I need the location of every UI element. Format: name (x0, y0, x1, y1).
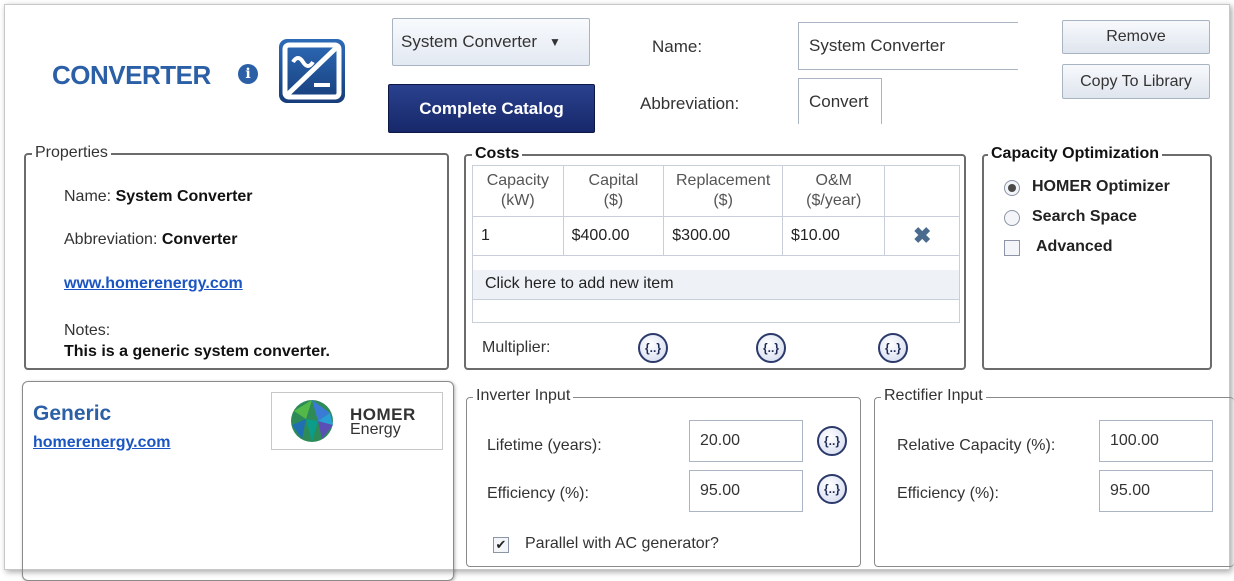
add-new-item-row[interactable]: Click here to add new item (473, 270, 959, 300)
inverter-input-group: Inverter Input Lifetime (years): 20.00 {… (466, 387, 861, 567)
properties-name: Name: System Converter (64, 188, 253, 205)
properties-abbreviation-value: Converter (161, 231, 238, 248)
homer-energy-logo: HOMER Energy (271, 392, 443, 450)
cell-replacement[interactable]: $300.00 (663, 216, 783, 256)
relative-capacity-label: Relative Capacity (%): (897, 437, 1056, 454)
homer-website-link[interactable]: www.homerenergy.com (64, 275, 243, 293)
relative-capacity-input[interactable]: 100.00 (1099, 420, 1213, 462)
cell-om[interactable]: $10.00 (782, 216, 886, 256)
search-space-radio[interactable] (1004, 210, 1020, 226)
properties-name-value: System Converter (115, 188, 253, 205)
inverter-efficiency-value: 95.00 (700, 482, 741, 499)
column-header-capacity: Capacity (kW) (473, 166, 564, 217)
rectifier-efficiency-value: 95.00 (1110, 482, 1151, 499)
add-new-item-label: Click here to add new item (485, 275, 674, 292)
lifetime-sensitivity-button[interactable]: {..} (817, 426, 847, 456)
name-field[interactable]: System Converter (798, 22, 1018, 70)
costs-header-row: Capacity (kW) Capital ($) Replacement ($) O… (473, 166, 959, 217)
inverter-efficiency-label: Efficiency (%): (487, 485, 589, 502)
homer-logo-mark (291, 400, 333, 442)
homer-optimizer-label[interactable]: HOMER Optimizer (1032, 178, 1212, 196)
costs-table-container: Capacity (kW) Capital ($) Replacement ($) O… (472, 165, 960, 323)
costs-legend: Costs (472, 145, 523, 163)
abbreviation-label: Abbreviation: (640, 94, 740, 113)
column-header-om: O&M ($/year) (782, 166, 886, 217)
capacity-optimization-group: Capacity Optimization HOMER Optimizer Se… (982, 145, 1212, 370)
abbreviation-field[interactable]: Convert (798, 78, 882, 124)
properties-legend: Properties (32, 144, 111, 162)
column-header-capital: Capital ($) (563, 166, 665, 217)
costs-group: Costs Capacity (kW) Capital ($) Replacemen… (464, 145, 966, 370)
name-label: Name: (652, 37, 703, 56)
lifetime-label: Lifetime (years): (487, 437, 602, 454)
component-title: CONVERTER (52, 60, 211, 91)
remove-button[interactable]: Remove (1062, 20, 1210, 54)
inverter-input-legend: Inverter Input (473, 387, 574, 405)
cell-capacity[interactable]: 1 (473, 216, 564, 256)
delete-row-cell[interactable]: ✖ (884, 216, 959, 256)
homer-optimizer-radio[interactable] (1004, 180, 1020, 196)
manufacturer-name: Generic (33, 402, 112, 425)
efficiency-sensitivity-button[interactable]: {..} (817, 474, 847, 504)
properties-abbreviation: Abbreviation: Converter (64, 231, 238, 248)
capital-multiplier-button[interactable]: {..} (638, 333, 668, 363)
name-field-value: System Converter (809, 36, 946, 55)
advanced-checkbox[interactable] (1004, 240, 1020, 256)
lifetime-value: 20.00 (700, 432, 741, 449)
column-header-replacement: Replacement ($) (663, 166, 783, 217)
lifetime-input[interactable]: 20.00 (689, 420, 803, 462)
relative-capacity-value: 100.00 (1110, 432, 1159, 449)
replacement-multiplier-button[interactable]: {..} (756, 333, 786, 363)
search-space-label[interactable]: Search Space (1032, 208, 1137, 226)
parallel-label[interactable]: Parallel with AC generator? (525, 535, 719, 553)
copy-to-library-button[interactable]: Copy To Library (1062, 64, 1210, 99)
logo-text-energy: Energy (350, 421, 401, 438)
converter-icon (278, 38, 346, 104)
rectifier-efficiency-input[interactable]: 95.00 (1099, 470, 1213, 512)
catalog-button-label: Complete Catalog (419, 98, 564, 118)
multiplier-label: Multiplier: (482, 339, 551, 356)
dropdown-value: System Converter (401, 32, 538, 51)
notes-label: Notes: (64, 322, 111, 339)
advanced-label[interactable]: Advanced (1036, 238, 1112, 256)
manufacturer-link[interactable]: homerenergy.com (33, 434, 171, 452)
table-row[interactable]: 1 $400.00 $300.00 $10.00 ✖ (473, 216, 959, 256)
rectifier-input-legend: Rectifier Input (881, 387, 986, 405)
rectifier-efficiency-label: Efficiency (%): (897, 485, 999, 502)
converter-type-dropdown[interactable]: System Converter ▼ (392, 18, 590, 66)
complete-catalog-button[interactable]: Complete Catalog (388, 84, 595, 133)
costs-table: Capacity (kW) Capital ($) Replacement ($) O… (473, 166, 959, 256)
notes-value: This is a generic system converter. (64, 343, 330, 360)
cell-capital[interactable]: $400.00 (563, 216, 665, 256)
chevron-down-icon: ▼ (549, 35, 561, 49)
abbreviation-field-value: Convert (809, 91, 869, 111)
remove-button-label: Remove (1106, 28, 1166, 45)
rectifier-input-group: Rectifier Input Relative Capacity (%): 1… (874, 387, 1234, 567)
properties-group: Properties Name: System Converter Abbrev… (24, 144, 449, 370)
info-icon[interactable]: i (238, 64, 258, 84)
om-multiplier-button[interactable]: {..} (878, 333, 908, 363)
title-text: CONVERTER (52, 60, 211, 90)
capacity-optimization-legend: Capacity Optimization (988, 145, 1163, 163)
close-icon[interactable]: ✖ (913, 223, 931, 248)
parallel-checkbox[interactable]: ✔ (493, 537, 509, 553)
column-header-delete (884, 166, 959, 217)
manufacturer-panel: Generic homerenergy.com HOMER Energy (22, 381, 454, 581)
copy-button-label: Copy To Library (1080, 72, 1192, 90)
inverter-efficiency-input[interactable]: 95.00 (689, 470, 803, 512)
